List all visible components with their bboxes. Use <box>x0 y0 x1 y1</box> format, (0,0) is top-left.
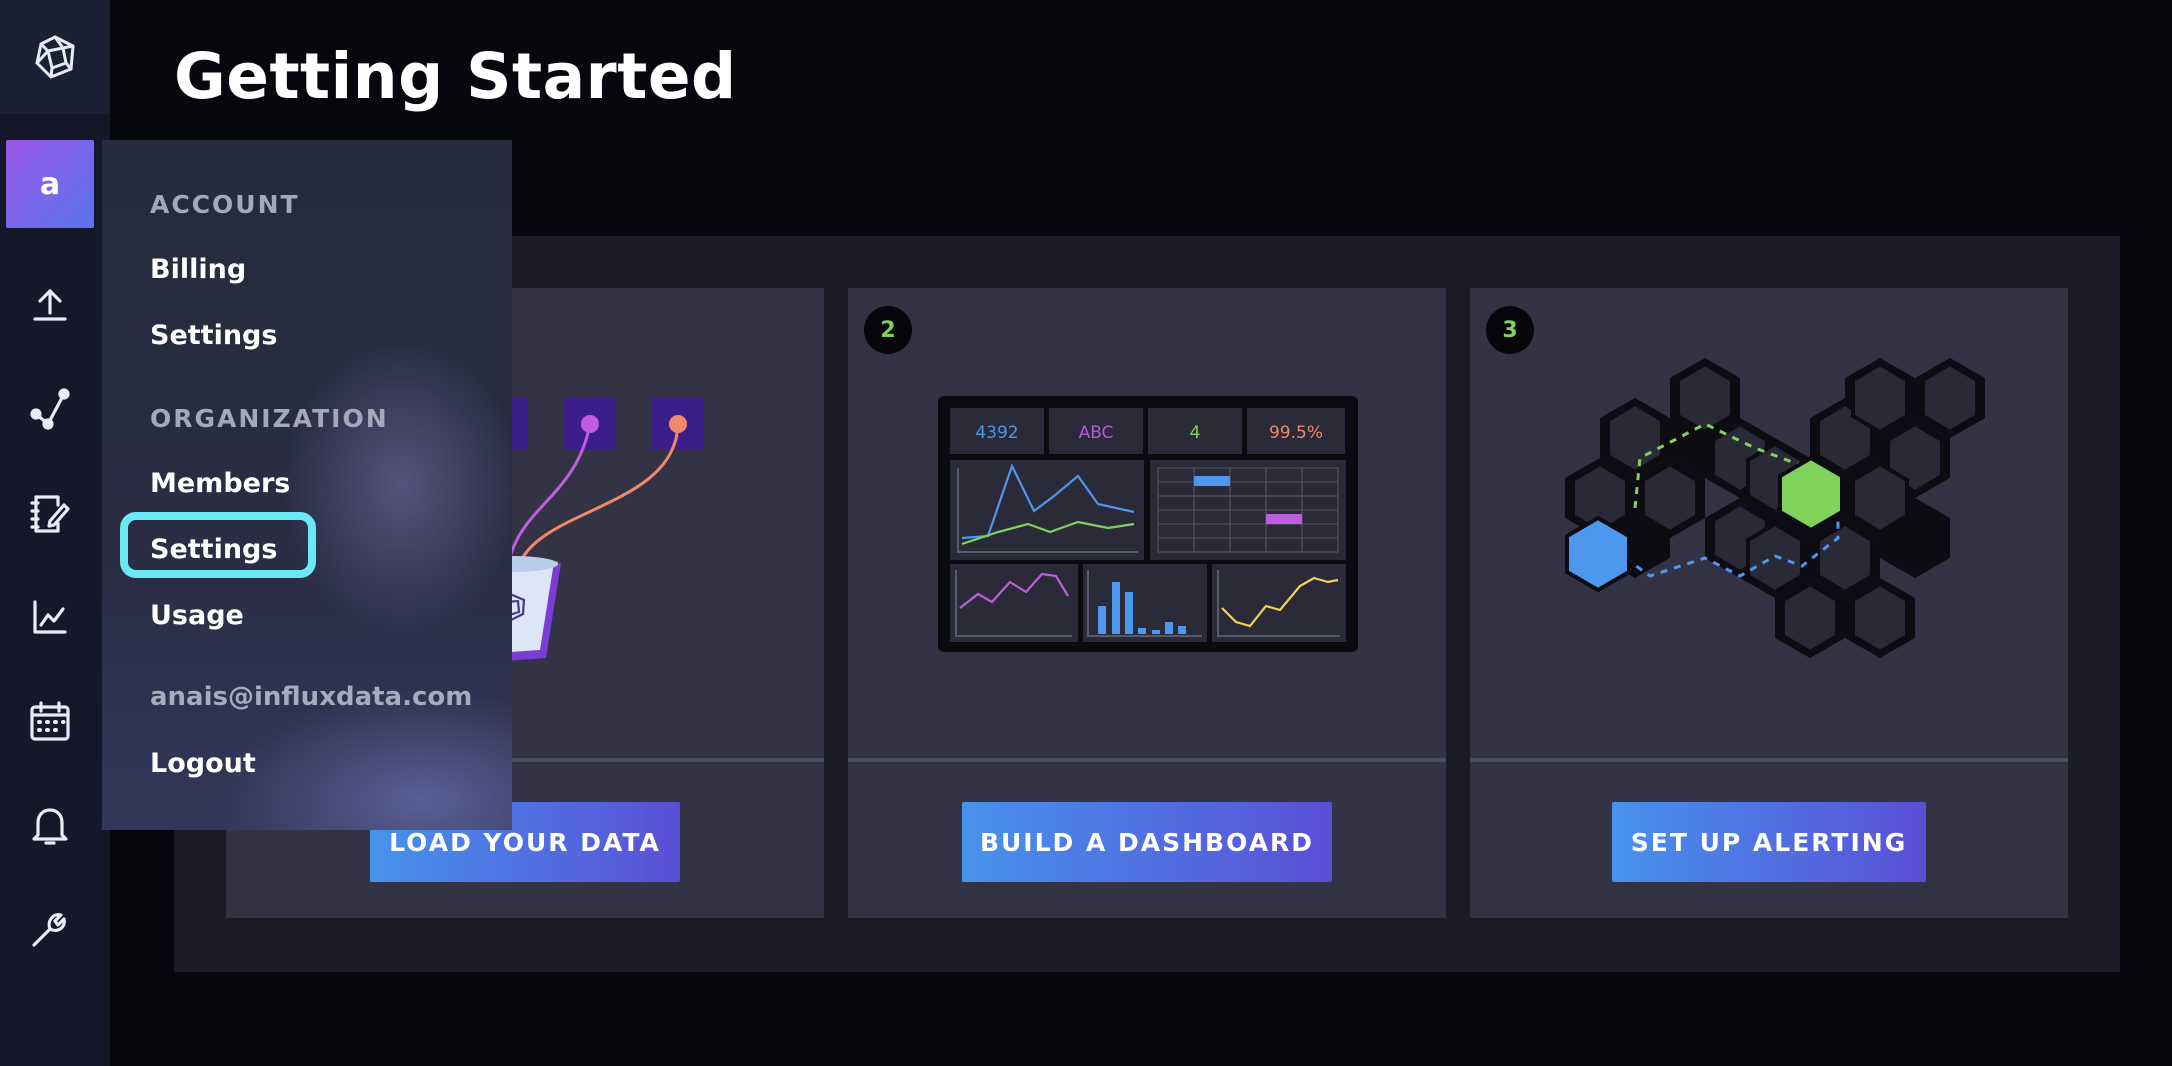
menu-item-usage[interactable]: Usage <box>150 600 244 631</box>
account-heading: ACCOUNT <box>150 190 300 219</box>
user-avatar-button[interactable]: a <box>6 140 94 228</box>
page-title: Getting Started <box>174 40 737 113</box>
set-up-alerting-button[interactable]: SET UP ALERTING <box>1612 802 1926 882</box>
dashboard-illustration: 4392 ABC 4 99.5% <box>938 396 1358 652</box>
stat-tile-4: 99.5% <box>1269 423 1323 443</box>
wrench-icon[interactable] <box>25 904 75 954</box>
upload-icon[interactable] <box>25 280 75 330</box>
menu-item-logout[interactable]: Logout <box>150 748 256 779</box>
menu-item-members[interactable]: Members <box>150 468 290 499</box>
step-number: 3 <box>1486 306 1534 354</box>
stat-tile-3: 4 <box>1190 423 1201 443</box>
menu-item-org-settings[interactable]: Settings <box>150 534 277 565</box>
card-divider <box>1470 758 2068 762</box>
step-number: 2 <box>864 306 912 354</box>
graph-nodes-icon[interactable] <box>25 384 75 434</box>
organization-heading: ORGANIZATION <box>150 404 389 433</box>
influx-logo-icon[interactable] <box>0 0 110 114</box>
user-menu-dropdown: ACCOUNT Billing Settings ORGANIZATION Me… <box>102 140 512 830</box>
notebook-edit-icon[interactable] <box>25 488 75 538</box>
build-a-dashboard-button[interactable]: BUILD A DASHBOARD <box>962 802 1332 882</box>
bell-icon[interactable] <box>25 800 75 850</box>
user-email: anais@influxdata.com <box>150 682 473 712</box>
avatar-initial: a <box>39 166 61 202</box>
set-up-alerting-card: 3 SET UP ALERTING <box>1470 288 2068 918</box>
calendar-icon[interactable] <box>25 696 75 746</box>
stat-tile-1: 4392 <box>975 423 1018 443</box>
card-divider <box>848 758 1446 762</box>
left-nav: a <box>0 0 110 1066</box>
build-dashboard-card: 2 4392 ABC 4 99.5% BUILD A DASHBOARD <box>848 288 1446 918</box>
menu-item-billing[interactable]: Billing <box>150 254 246 285</box>
menu-item-account-settings[interactable]: Settings <box>150 320 277 351</box>
alerting-hex-illustration <box>1565 358 1985 658</box>
stat-tile-2: ABC <box>1079 423 1114 443</box>
line-chart-icon[interactable] <box>25 592 75 642</box>
